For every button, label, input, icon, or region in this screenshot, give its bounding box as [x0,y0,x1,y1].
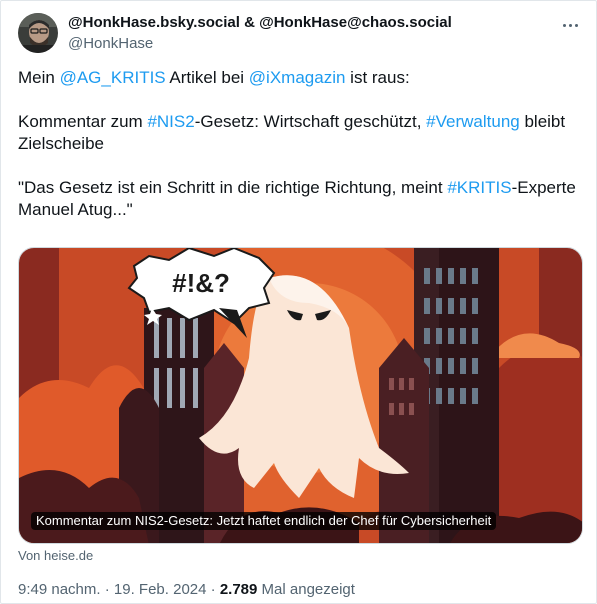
tweet-text: Mein @AG_KRITIS Artikel bei @iXmagazin i… [18,67,578,221]
author-handle[interactable]: @HonkHase [68,35,452,53]
mention-link-ixmagazin[interactable]: @iXmagazin [249,68,346,87]
views-label: Mal angezeigt [257,581,355,598]
profile-photo-icon [18,13,58,53]
more-horizontal-icon [562,23,566,27]
card-source-link[interactable]: Von heise.de [18,548,93,563]
mention-link-ag-kritis[interactable]: @AG_KRITIS [60,68,166,87]
tweet-date[interactable]: 19. Feb. 2024 [114,581,207,598]
text-segment: Artikel bei [165,68,249,87]
tweet-meta: 9:49 nachm. · 19. Feb. 2024 · 2.789 Mal … [18,581,355,599]
more-horizontal-icon-dot [568,23,572,27]
text-segment: ist raus: [345,68,410,87]
hashtag-link-kritis[interactable]: #KRITIS [447,178,511,197]
text-segment: -Gesetz: Wirtschaft geschützt, [194,112,427,131]
text-segment: Kommentar zum [18,112,148,131]
link-preview-card[interactable]: #!&? Kommentar zum NIS2-Gesetz: Jetzt ha… [18,247,583,544]
tweet-paragraph: Mein @AG_KRITIS Artikel bei @iXmagazin i… [18,67,578,89]
hashtag-link-verwaltung[interactable]: #Verwaltung [426,112,520,131]
ghost-illustration: #!&? [19,248,582,543]
views-count: 2.789 [219,581,258,598]
tweet-card: @HonkHase.bsky.social & @HonkHase@chaos.… [0,0,597,604]
text-segment: "Das Gesetz ist ein Schritt in die richt… [18,178,448,197]
author-display-name[interactable]: @HonkHase.bsky.social & @HonkHase@chaos.… [68,14,452,32]
more-options-button[interactable] [558,13,582,37]
tweet-paragraph: "Das Gesetz ist ein Schritt in die richt… [18,177,578,221]
tweet-paragraph: Kommentar zum #NIS2-Gesetz: Wirtschaft g… [18,111,578,155]
card-caption: Kommentar zum NIS2-Gesetz: Jetzt haftet … [31,512,497,530]
avatar[interactable] [18,13,58,53]
tweet-time[interactable]: 9:49 nachm. [18,581,101,598]
author-block: @HonkHase.bsky.social & @HonkHase@chaos.… [68,14,452,53]
separator: · [100,581,114,598]
text-segment: Mein [18,68,60,87]
more-horizontal-icon-dot [574,23,578,27]
separator: · [206,581,220,598]
hashtag-link-nis2[interactable]: #NIS2 [147,112,194,131]
speech-bubble-text: #!&? [172,268,230,298]
